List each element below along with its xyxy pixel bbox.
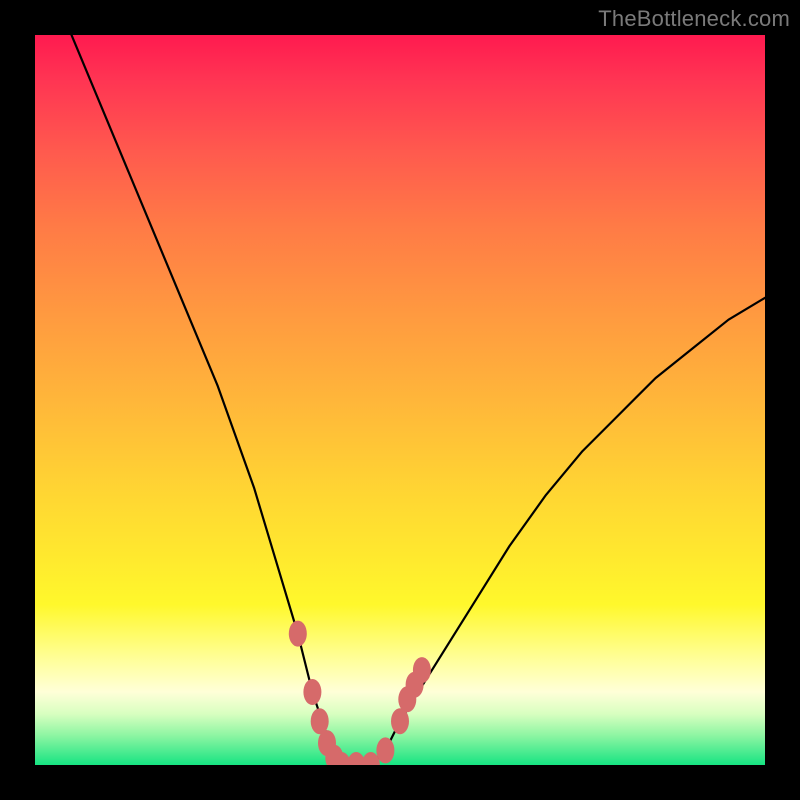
bottleneck-curve (72, 35, 766, 765)
accent-dots-left-dot (289, 621, 307, 647)
watermark-text: TheBottleneck.com (598, 6, 790, 32)
accent-dots-left-dot (303, 679, 321, 705)
chart-frame: TheBottleneck.com (0, 0, 800, 800)
curve-layer (35, 35, 765, 765)
accent-dots-right-dot (376, 737, 394, 763)
plot-area (35, 35, 765, 765)
accent-dots-right-dot (413, 657, 431, 683)
